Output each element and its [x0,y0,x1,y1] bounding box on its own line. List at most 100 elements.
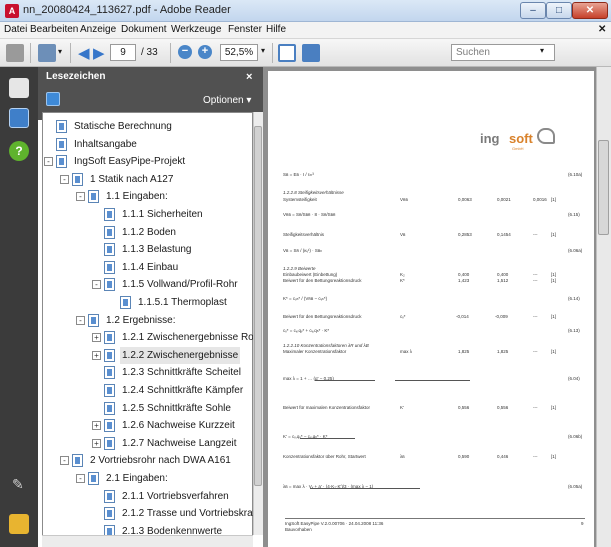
menu-anzeige[interactable]: Anzeige [80,24,116,35]
document-scrollbar[interactable] [596,67,611,547]
toolbar-divider [272,43,273,63]
collapse-icon[interactable]: - [76,315,85,325]
equation: cᵥ* = cᵥ,qᵥ* + cᵥ,qₕ* · K* [283,328,330,333]
options-menu[interactable]: Optionen ▾ [203,95,251,106]
adobe-reader-icon: A [5,4,19,18]
close-icon[interactable]: × [246,71,252,83]
document-scroll-thumb[interactable] [598,140,609,235]
chevron-down-icon[interactable]: ▾ [540,46,544,55]
collapse-icon[interactable]: - [76,474,85,483]
bookmark-item[interactable]: 1.1.1 Sicherheiten [0,206,250,223]
chevron-down-icon[interactable]: ▾ [58,47,62,56]
print-icon[interactable] [6,44,24,62]
collapse-icon[interactable]: - [60,456,69,466]
full-screen-icon[interactable] [302,44,320,62]
bookmark-icon [104,331,115,345]
bookmarks-horizontal-scrollbar[interactable] [42,535,253,547]
bookmark-item[interactable]: 1.1.5.1 Thermoplast [0,294,250,311]
close-button[interactable]: ✕ [572,2,608,19]
row-value: 0,446 [497,454,509,459]
bookmark-item[interactable]: +1.2.6 Nachweise Kurzzeit [0,417,250,434]
bookmark-item[interactable]: - 2.1 Eingaben: [0,470,250,487]
bookmark-icon [56,137,67,151]
bookmark-item[interactable]: 1.1.4 Einbau [0,259,250,276]
expand-icon[interactable]: + [92,438,101,448]
row-symbol: Vʀʙ [400,197,408,202]
bookmark-label: 1 Statik nach A127 [90,173,174,185]
menu-bearbeiten[interactable]: Bearbeiten [30,24,78,35]
document-close-icon[interactable]: ✕ [598,24,606,35]
collapse-icon[interactable]: - [92,280,101,290]
next-page-icon[interactable]: ▶ [93,44,105,62]
expand-icon[interactable]: + [92,350,101,360]
row-value: 0,0063 [458,197,472,202]
row-label: Einbaubeiwert (Einbettung) [283,272,338,277]
equation-ref: (6.06b) [568,434,583,439]
section-heading: 1.2.2.10 Konzentrationsfaktoren λR und λ… [283,343,369,348]
bookmark-item[interactable]: - 2 Vortriebsrohr nach DWA A161 [0,452,250,469]
row-symbol: K₂ [400,272,405,277]
bookmark-item[interactable]: Inhaltsangabe [0,136,250,153]
page-number-input[interactable]: 9 [110,44,136,61]
bookmark-item[interactable]: 1.2.5 Schnittkräfte Sohle [0,400,250,417]
collapse-icon[interactable]: - [60,174,69,184]
previous-page-icon[interactable]: ◀ [78,44,90,62]
maximize-button[interactable]: □ [546,2,572,19]
chevron-down-icon[interactable]: ▾ [261,46,265,55]
row-ref: [1] [551,314,557,319]
zoom-input[interactable]: 52,5% [220,44,258,61]
equation: K* = cᵥₕ* / (Vʀʙ − cᵥₕ*) [283,296,328,301]
row-value: -0,014 [456,314,469,319]
bookmark-icon [104,243,115,257]
row-value: 1,423 [458,278,470,283]
bookmark-item[interactable]: +1.2.7 Nachweise Langzeit [0,435,250,452]
zoom-in-icon[interactable]: + [198,45,212,59]
fraction-bar [300,438,355,439]
bookmark-item[interactable]: 1.2.4 Schnittkräfte Kämpfer [0,382,250,399]
fit-width-icon[interactable] [278,44,296,62]
row-value: --- [533,278,538,283]
menu-fenster[interactable]: Fenster [228,24,262,35]
bookmark-item[interactable]: - 1.1 Eingaben: [0,188,250,205]
bookmark-item[interactable]: - 1 Statik nach A127 [0,171,250,188]
menu-datei[interactable]: Datei [4,24,27,35]
bookmark-label: 2.1.1 Vortriebsverfahren [122,490,229,502]
bookmark-item[interactable]: 1.1.2 Boden [0,224,250,241]
section-heading: 1.2.2.8 Steifigkeitsverhältnisse [283,190,344,195]
pages-icon[interactable] [9,78,29,98]
bookmark-label: 1.1.3 Belastung [122,244,192,256]
bookmark-item[interactable]: - 1.2 Ergebnisse: [0,312,250,329]
share-icon[interactable] [38,44,56,62]
menu-werkzeuge[interactable]: Werkzeuge [171,24,221,35]
collapse-icon[interactable]: - [76,192,85,202]
row-symbol: Vʙ [400,232,406,237]
page-number: 9 [581,521,584,526]
fraction-bar [310,488,420,489]
bookmark-item[interactable]: 1.2.3 Schnittkräfte Scheitel [0,364,250,381]
bookmark-item[interactable]: 1.1.3 Belastung [0,241,250,258]
row-value: --- [533,272,538,277]
bookmark-item[interactable]: Statische Berechnung [0,118,250,135]
minimize-button[interactable]: – [520,2,546,19]
zoom-out-icon[interactable]: − [178,45,192,59]
bookmark-label: 1.2.2 Zwischenergebnisse [120,346,241,364]
bookmark-item[interactable]: - 1.1.5 Vollwand/Profil-Rohr [0,276,250,293]
menu-dokument[interactable]: Dokument [121,24,167,35]
bookmark-item[interactable]: 2.1.1 Vortriebsverfahren [0,488,250,505]
collapse-icon[interactable]: - [44,157,53,167]
bookmark-item[interactable]: - IngSoft EasyPipe-Projekt [0,153,250,170]
bookmark-item[interactable]: +1.2.2 Zwischenergebnisse [0,346,250,364]
expand-icon[interactable]: + [92,421,101,431]
bookmark-item[interactable]: 2.1.2 Trasse und Vortriebskraft [0,505,258,522]
bookmark-label: 1.2.6 Nachweise Kurzzeit [122,420,235,432]
row-value: --- [533,314,538,319]
menu-hilfe[interactable]: Hilfe [266,24,286,35]
row-ref: [1] [551,197,557,202]
new-bookmark-icon[interactable] [46,92,60,106]
bookmark-icon [104,348,115,362]
bookmark-item[interactable]: +1.2.1 Zwischenergebnisse Rohr [0,329,263,346]
equation: Vʀʙ = Sʀ/Sʙʀ · 8 · Sʀ/Sʙʀ [283,212,336,217]
bookmarks-scroll-thumb[interactable] [254,126,262,486]
bookmark-icon [104,225,115,239]
expand-icon[interactable]: + [92,333,101,343]
